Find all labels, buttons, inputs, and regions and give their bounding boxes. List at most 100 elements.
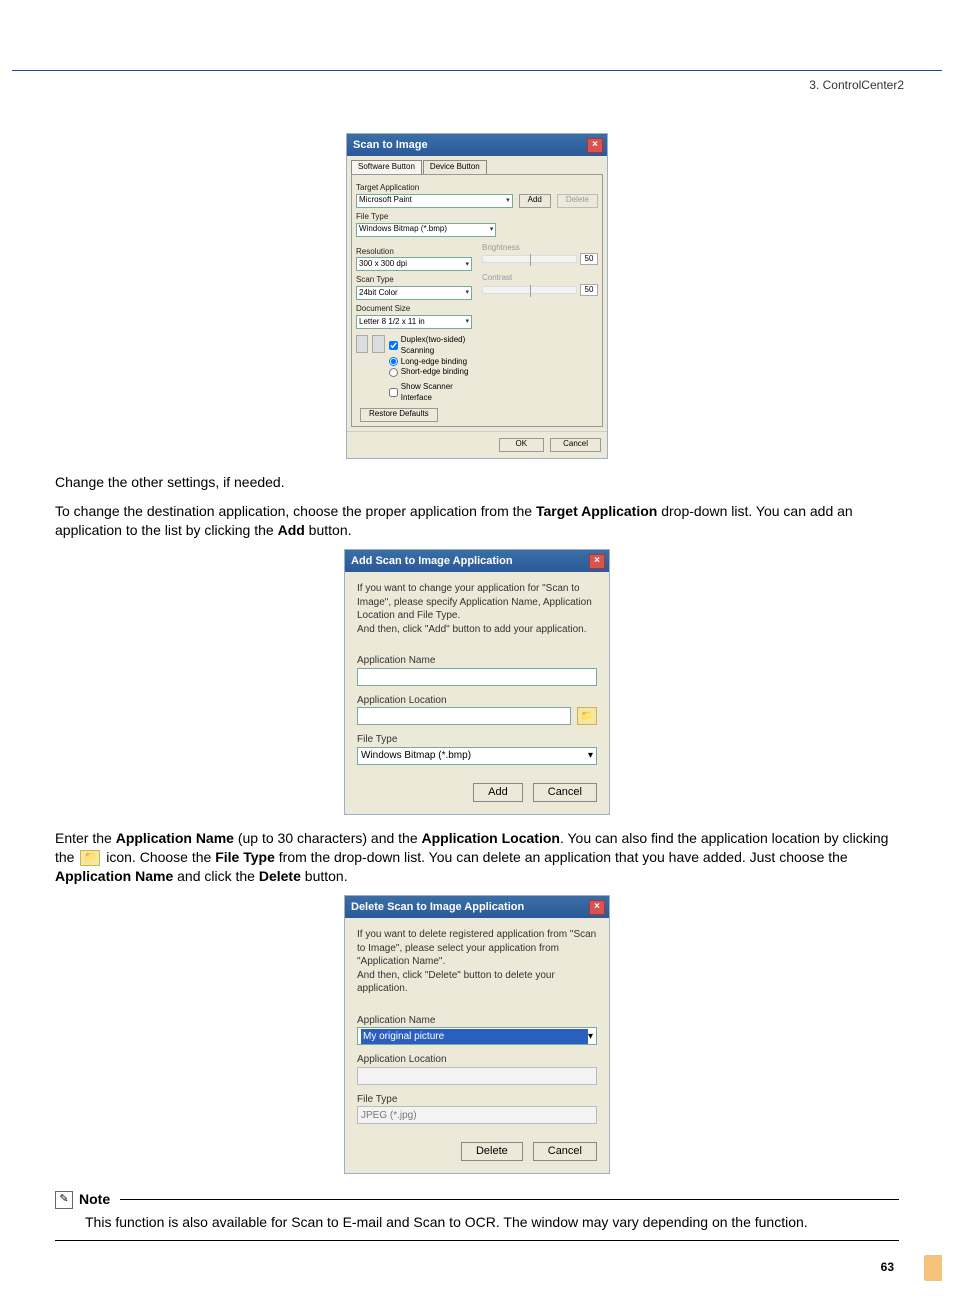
apploc-label: Application Location: [357, 1053, 597, 1067]
resolution-value: 300 x 300 dpi: [359, 259, 407, 270]
note-pencil-icon: ✎: [55, 1191, 73, 1209]
chevron-down-icon: ▾: [465, 260, 469, 269]
document-size-select[interactable]: Letter 8 1/2 x 11 in ▾: [356, 315, 472, 329]
filetype-value: JPEG (*.jpg): [361, 1109, 417, 1123]
close-icon[interactable]: ×: [587, 138, 603, 153]
text: To change the destination application, c…: [55, 503, 536, 519]
filetype-readonly: JPEG (*.jpg): [357, 1106, 597, 1124]
chevron-down-icon: ▾: [588, 1030, 593, 1044]
target-application-label: Target Application: [356, 183, 598, 194]
text: and click the: [173, 868, 259, 884]
cancel-button[interactable]: Cancel: [550, 438, 601, 452]
text-bold: Application Name: [55, 868, 173, 884]
tab-software-button[interactable]: Software Button: [351, 160, 422, 174]
appname-select[interactable]: My original picture▾: [357, 1027, 597, 1045]
chapter-header: 3. ControlCenter2: [0, 77, 904, 93]
tab-device-button[interactable]: Device Button: [423, 160, 487, 174]
file-type-select[interactable]: Windows Bitmap (*.bmp) ▾: [356, 223, 496, 237]
delete-dialog-title: Delete Scan to Image Application: [349, 900, 524, 915]
main-content: Scan to Image × Software Button Device B…: [55, 93, 899, 1241]
text-bold: Application Location: [422, 830, 560, 846]
text: from the drop-down list. You can delete …: [275, 849, 848, 865]
add-application-dialog: Add Scan to Image Application × If you w…: [344, 549, 610, 814]
note-body: This function is also available for Scan…: [85, 1213, 899, 1232]
resolution-label: Resolution: [356, 247, 472, 258]
add-dialog-title: Add Scan to Image Application: [349, 554, 513, 569]
duplex-landscape-icon: [372, 335, 384, 353]
scan-type-label: Scan Type: [356, 275, 472, 286]
text: Enter the: [55, 830, 116, 846]
brightness-slider[interactable]: [482, 255, 577, 263]
duplex-label: Duplex(two-sided) Scanning: [401, 335, 472, 357]
document-size-label: Document Size: [356, 304, 472, 315]
text: icon. Choose the: [102, 849, 215, 865]
paragraph-1: Change the other settings, if needed.: [55, 473, 899, 492]
filetype-value: Windows Bitmap (*.bmp): [361, 749, 471, 763]
chevron-down-icon: ▾: [490, 225, 494, 234]
ok-button[interactable]: OK: [499, 438, 545, 452]
apploc-label: Application Location: [357, 694, 597, 708]
note-rule: [120, 1199, 899, 1200]
chevron-down-icon: ▾: [465, 288, 469, 297]
chevron-down-icon: ▾: [506, 196, 510, 205]
contrast-label: Contrast: [482, 273, 598, 284]
sti-title: Scan to Image: [351, 138, 428, 153]
file-type-label: File Type: [356, 212, 598, 223]
add-dialog-intro: If you want to change your application f…: [357, 582, 597, 636]
delete-button[interactable]: Delete: [461, 1142, 523, 1161]
paragraph-3: Enter the Application Name (up to 30 cha…: [55, 829, 899, 886]
target-application-select[interactable]: Microsoft Paint ▾: [356, 194, 513, 208]
text: (up to 30 characters) and the: [234, 830, 422, 846]
document-size-value: Letter 8 1/2 x 11 in: [359, 317, 425, 328]
long-edge-label: Long-edge binding: [401, 357, 467, 368]
close-icon[interactable]: ×: [589, 554, 605, 569]
short-edge-label: Short-edge binding: [401, 367, 469, 378]
contrast-value: 50: [580, 284, 598, 296]
appname-label: Application Name: [357, 654, 597, 668]
contrast-slider[interactable]: [482, 286, 577, 294]
add-button[interactable]: Add: [473, 783, 523, 802]
filetype-label: File Type: [357, 733, 597, 747]
scan-type-value: 24bit Color: [359, 288, 398, 299]
file-type-value: Windows Bitmap (*.bmp): [359, 224, 447, 235]
long-edge-radio[interactable]: [389, 357, 398, 366]
apploc-input[interactable]: [357, 707, 571, 725]
page-tab-ornament: [924, 1255, 942, 1281]
duplex-checkbox[interactable]: [389, 341, 398, 350]
text: button.: [305, 522, 352, 538]
chevron-down-icon: ▾: [588, 749, 593, 763]
show-scanner-checkbox[interactable]: [389, 388, 398, 397]
text-bold: File Type: [215, 849, 275, 865]
close-icon[interactable]: ×: [589, 900, 605, 915]
delete-application-dialog: Delete Scan to Image Application × If yo…: [344, 895, 610, 1174]
add-button[interactable]: Add: [519, 194, 551, 208]
scan-type-select[interactable]: 24bit Color ▾: [356, 286, 472, 300]
note-bottom-rule: [55, 1240, 899, 1241]
chevron-down-icon: ▾: [465, 317, 469, 326]
text: button.: [301, 868, 348, 884]
text-bold: Target Application: [536, 503, 657, 519]
browse-folder-icon[interactable]: 📁: [577, 707, 597, 725]
scan-to-image-dialog: Scan to Image × Software Button Device B…: [346, 133, 608, 459]
resolution-select[interactable]: 300 x 300 dpi ▾: [356, 257, 472, 271]
page-number: 63: [881, 1259, 894, 1275]
short-edge-radio[interactable]: [389, 368, 398, 377]
text-bold: Delete: [259, 868, 301, 884]
appname-input[interactable]: [357, 668, 597, 686]
delete-button[interactable]: Delete: [557, 194, 598, 208]
apploc-readonly: [357, 1067, 597, 1085]
text-bold: Add: [278, 522, 305, 538]
appname-label: Application Name: [357, 1014, 597, 1028]
duplex-portrait-icon: [356, 335, 368, 353]
cancel-button[interactable]: Cancel: [533, 1142, 597, 1161]
restore-defaults-button[interactable]: Restore Defaults: [360, 408, 438, 422]
brightness-value: 50: [580, 253, 598, 265]
note-section: ✎ Note This function is also available f…: [55, 1190, 899, 1241]
show-scanner-label: Show Scanner Interface: [401, 382, 472, 404]
filetype-label: File Type: [357, 1093, 597, 1107]
filetype-select[interactable]: Windows Bitmap (*.bmp) ▾: [357, 747, 597, 765]
note-label: Note: [79, 1190, 110, 1209]
browse-folder-icon: 📁: [80, 850, 100, 866]
cancel-button[interactable]: Cancel: [533, 783, 597, 802]
target-application-value: Microsoft Paint: [359, 195, 412, 206]
